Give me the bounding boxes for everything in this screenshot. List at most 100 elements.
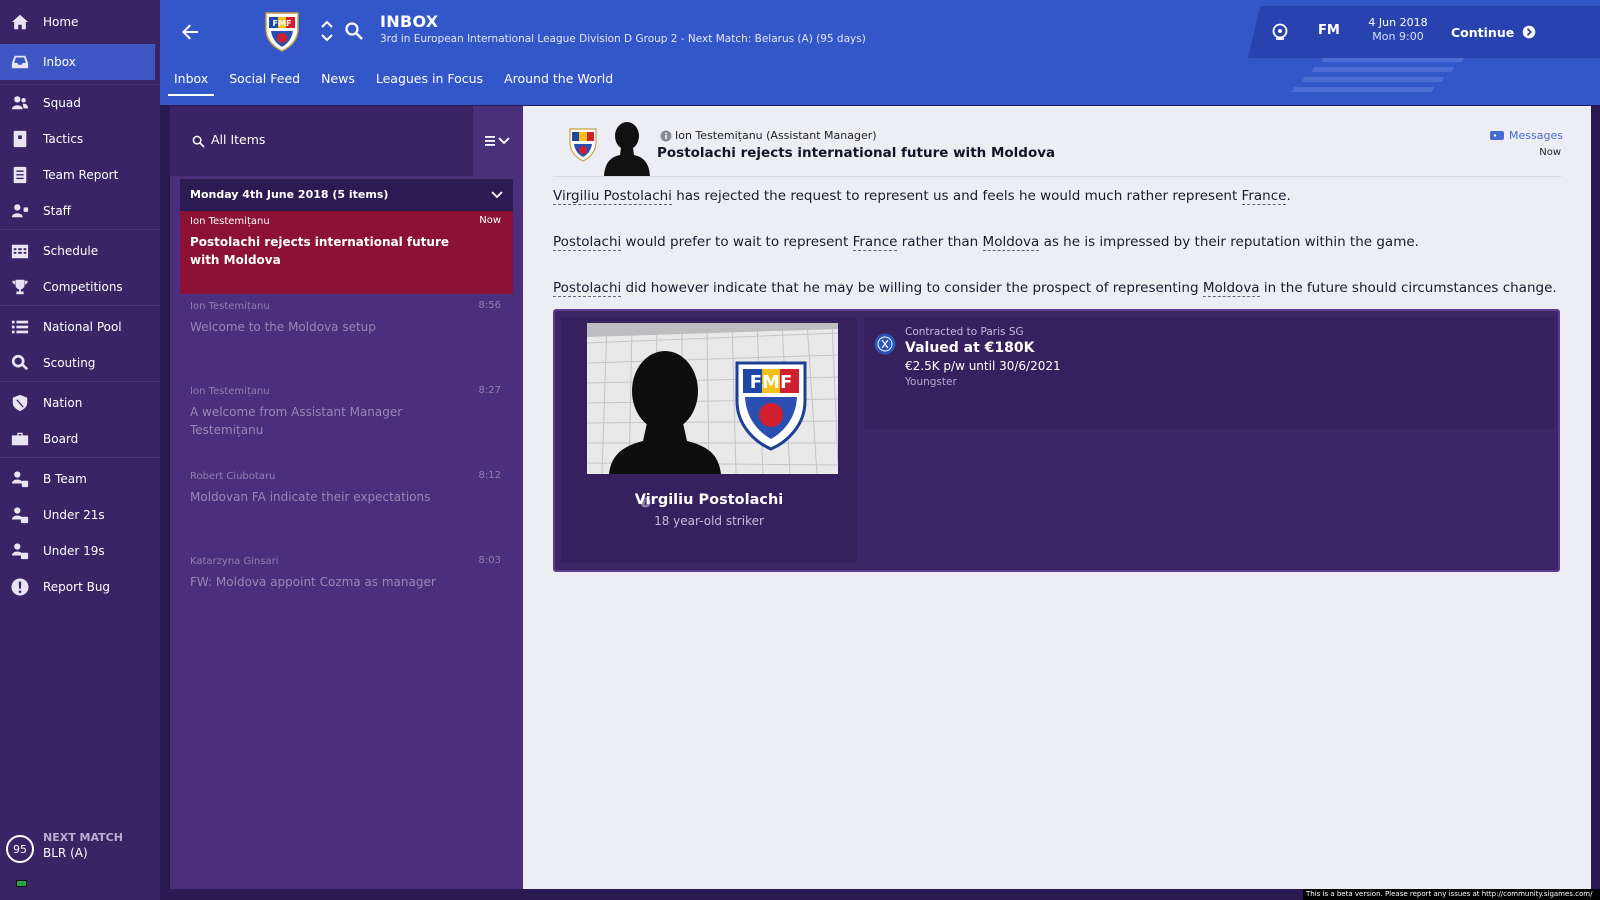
- info-icon[interactable]: [660, 130, 672, 142]
- decorative-stripe: [1301, 77, 1445, 82]
- paragraph-text: has rejected the request to represent us…: [671, 188, 1242, 204]
- u19-icon: [10, 541, 30, 561]
- sidebar-item-tactics[interactable]: Tactics: [0, 121, 155, 157]
- player-photo[interactable]: FMF: [587, 323, 838, 474]
- continue-button[interactable]: Continue: [1451, 20, 1536, 44]
- sidebar-item-label: Team Report: [43, 168, 119, 182]
- magnifier-icon: [10, 353, 30, 373]
- sidebar-item-label: Schedule: [43, 244, 99, 258]
- list-icon: [10, 317, 30, 337]
- message-time: Now: [479, 215, 501, 226]
- ball-icon[interactable]: [1270, 22, 1290, 42]
- sidebar: Home Inbox Squad Tactics Team Report Sta…: [0, 0, 160, 900]
- sidebar-item-label: Board: [43, 432, 79, 446]
- message-subject: A welcome from Assistant Manager Testemi…: [190, 405, 403, 437]
- home-icon: [10, 12, 30, 32]
- sidebar-item-under-19s[interactable]: Under 19s: [0, 533, 155, 569]
- message-item[interactable]: Ion Testemițanu 8:56 Welcome to the Mold…: [180, 296, 513, 379]
- player-card: FMF Virgiliu Postolachi 18 year-old stri…: [553, 309, 1560, 572]
- message-item[interactable]: Ion Testemițanu 8:27 A welcome from Assi…: [180, 381, 513, 464]
- paragraph-text: .: [1286, 188, 1291, 204]
- date-group-header[interactable]: Monday 4th June 2018 (5 items): [180, 179, 513, 211]
- page-title: INBOX: [380, 12, 439, 31]
- player-value: Valued at €180K: [905, 340, 1035, 356]
- sidebar-item-squad[interactable]: Squad: [0, 85, 155, 121]
- sidebar-item-under-21s[interactable]: Under 21s: [0, 497, 155, 533]
- tab-news[interactable]: News: [315, 70, 361, 96]
- sidebar-item-label: Nation: [43, 396, 83, 410]
- paragraph-text: in the future should circumstances chang…: [1259, 280, 1557, 296]
- messages-link[interactable]: Messages: [1490, 129, 1563, 142]
- up-down-chevron-icon[interactable]: [320, 18, 334, 44]
- tab-around-the-world[interactable]: Around the World: [498, 70, 619, 96]
- sidebar-item-nation[interactable]: Nation: [0, 385, 155, 421]
- sidebar-item-label: Under 19s: [43, 544, 105, 558]
- svg-text:FMF: FMF: [273, 19, 292, 28]
- date-group-label: Monday 4th June 2018 (5 items): [190, 188, 389, 201]
- sidebar-item-report-bug[interactable]: Report Bug: [0, 569, 155, 605]
- message-paragraph: Postolachi did however indicate that he …: [553, 280, 1557, 297]
- message-subject: Postolachi rejects international future …: [190, 235, 450, 267]
- list-options-button[interactable]: [473, 106, 523, 176]
- player-name[interactable]: Virgiliu Postolachi: [561, 492, 857, 508]
- sidebar-item-label: Report Bug: [43, 580, 111, 594]
- sidebar-item-scouting[interactable]: Scouting: [0, 345, 155, 381]
- sidebar-item-schedule[interactable]: Schedule: [0, 233, 155, 269]
- b-team-icon: [10, 469, 30, 489]
- sidebar-divider: [0, 381, 160, 382]
- contract-club: Contracted to Paris SG: [905, 326, 1024, 338]
- filter-bar: All Items: [170, 106, 523, 176]
- paragraph-text: did however indicate that he may be will…: [621, 280, 1203, 296]
- sidebar-divider: [0, 457, 160, 458]
- sidebar-item-home[interactable]: Home: [0, 4, 155, 40]
- moldova-fa-badge-icon: FMF: [260, 9, 304, 53]
- tab-inbox[interactable]: Inbox: [168, 70, 215, 96]
- decorative-stripe: [1311, 67, 1455, 72]
- tactics-icon: [10, 129, 30, 149]
- filter-dropdown-label[interactable]: All Items: [211, 132, 265, 147]
- page-subtitle: 3rd in European International League Div…: [380, 33, 866, 45]
- tab-bar: Inbox Social Feed News Leagues in Focus …: [168, 70, 628, 96]
- inbox-icon: [10, 52, 30, 72]
- player-link[interactable]: Virgiliu Postolachi: [553, 188, 672, 205]
- message-paragraph: Postolachi would prefer to wait to repre…: [553, 234, 1419, 251]
- exclamation-icon: [10, 577, 30, 597]
- sidebar-item-inbox[interactable]: Inbox: [0, 44, 155, 80]
- sidebar-item-team-report[interactable]: Team Report: [0, 157, 155, 193]
- nation-link[interactable]: France: [1241, 188, 1287, 205]
- message-item[interactable]: Ion Testemițanu Now Postolachi rejects i…: [180, 211, 513, 294]
- sender-silhouette-avatar[interactable]: [603, 118, 651, 176]
- moldova-fa-badge-icon: [567, 126, 599, 164]
- next-match-widget[interactable]: 95 NEXT MATCH BLR (A): [0, 828, 160, 868]
- message-from[interactable]: Ion Testemițanu (Assistant Manager): [675, 129, 877, 142]
- continue-label: Continue: [1451, 24, 1515, 40]
- message-item[interactable]: Katarzyna Ginsari 8:03 FW: Moldova appoi…: [180, 551, 513, 634]
- nation-link[interactable]: Moldova: [1202, 280, 1260, 297]
- tab-leagues-in-focus[interactable]: Leagues in Focus: [370, 70, 489, 96]
- player-wage: €2.5K p/w until 30/6/2021: [905, 359, 1061, 373]
- sidebar-item-label: Tactics: [43, 132, 84, 146]
- message-time: 8:27: [478, 385, 501, 396]
- nation-link[interactable]: France: [852, 234, 898, 251]
- paragraph-text: would prefer to wait to represent: [621, 234, 853, 250]
- sidebar-item-label: Home: [43, 15, 79, 29]
- sidebar-item-b-team[interactable]: B Team: [0, 461, 155, 497]
- sidebar-item-board[interactable]: Board: [0, 421, 155, 457]
- sidebar-item-national-pool[interactable]: National Pool: [0, 309, 155, 345]
- search-icon: [192, 135, 205, 148]
- search-icon[interactable]: [344, 21, 364, 41]
- nation-link[interactable]: Moldova: [982, 234, 1040, 251]
- message-bubble-icon: [1490, 130, 1505, 140]
- tab-social-feed[interactable]: Social Feed: [223, 70, 306, 96]
- game-status-panel: FM 4 Jun 2018 Mon 9:00 Continue: [1248, 6, 1600, 58]
- sidebar-item-label: Inbox: [43, 55, 76, 69]
- player-link[interactable]: Postolachi: [553, 234, 622, 251]
- message-item[interactable]: Robert Ciubotaru 8:12 Moldovan FA indica…: [180, 466, 513, 549]
- u21-icon: [10, 505, 30, 525]
- sidebar-item-staff[interactable]: Staff: [0, 193, 155, 229]
- back-arrow-icon[interactable]: [178, 20, 202, 44]
- club-crest-icon[interactable]: [874, 333, 896, 355]
- sidebar-item-competitions[interactable]: Competitions: [0, 269, 155, 305]
- shield-icon: [10, 393, 30, 413]
- player-link[interactable]: Postolachi: [553, 280, 622, 297]
